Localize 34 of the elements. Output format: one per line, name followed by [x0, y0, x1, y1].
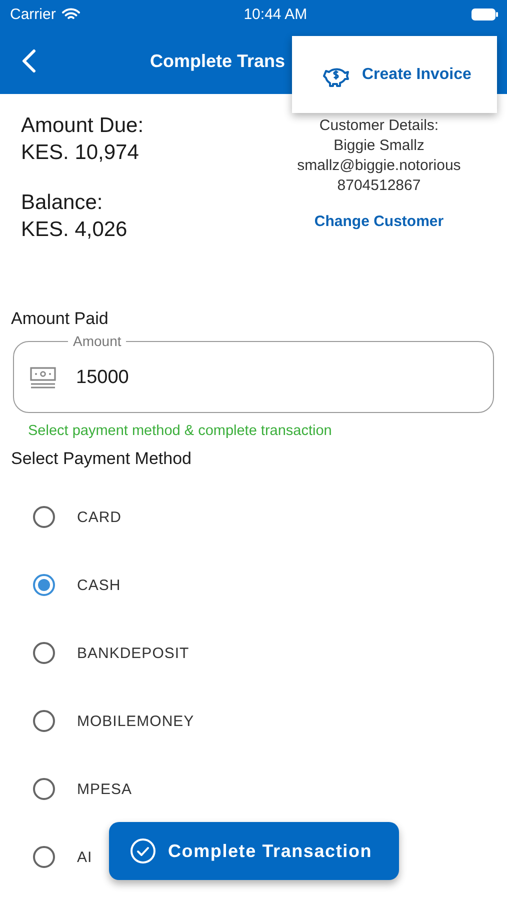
- radio-button[interactable]: [33, 846, 55, 868]
- banknote-icon: [30, 367, 56, 389]
- battery-icon: [470, 8, 499, 20]
- option-label: MOBILEMONEY: [77, 712, 194, 730]
- radio-button[interactable]: [33, 642, 55, 664]
- clock: 10:44 AM: [244, 6, 308, 22]
- summary-value: KES. 4,026: [21, 217, 128, 243]
- customer-heading: Customer Details:: [319, 116, 439, 136]
- section-label: Amount Paid: [11, 309, 110, 329]
- section-label: Select Payment Method: [11, 449, 192, 469]
- option-label: CASH: [77, 576, 121, 594]
- hint-text: Select payment method & complete transaction: [28, 423, 333, 439]
- radio-button[interactable]: [33, 506, 55, 528]
- menu-item[interactable]: Create Invoice: [322, 58, 472, 90]
- summary-label: Balance:: [21, 190, 104, 216]
- option-label: BANKDEPOSIT: [77, 644, 190, 662]
- option-label: AI: [77, 848, 92, 866]
- change-customer-link[interactable]: Change Customer: [314, 213, 444, 230]
- customer-detail: Biggie Smallz: [334, 136, 424, 156]
- option-label: CARD: [77, 508, 122, 526]
- customer-detail: smallz@biggie.notorious: [297, 156, 461, 176]
- screen-title: Complete Trans: [150, 50, 286, 72]
- radio-button[interactable]: [33, 574, 55, 596]
- amount-field[interactable]: Amount 15000: [13, 333, 494, 413]
- summary-value: KES. 10,974: [21, 140, 140, 166]
- summary-label: Amount Due:: [21, 113, 145, 139]
- check-circle-icon: [130, 838, 156, 864]
- customer-detail: 8704512867: [337, 176, 421, 196]
- radio-button[interactable]: [33, 710, 55, 732]
- complete-transaction-button[interactable]: Complete Transaction: [109, 822, 399, 880]
- carrier-label: Carrier: [10, 6, 56, 22]
- wifi-icon: [62, 8, 80, 20]
- option-label: MPESA: [77, 780, 132, 798]
- radio-button[interactable]: [33, 778, 55, 800]
